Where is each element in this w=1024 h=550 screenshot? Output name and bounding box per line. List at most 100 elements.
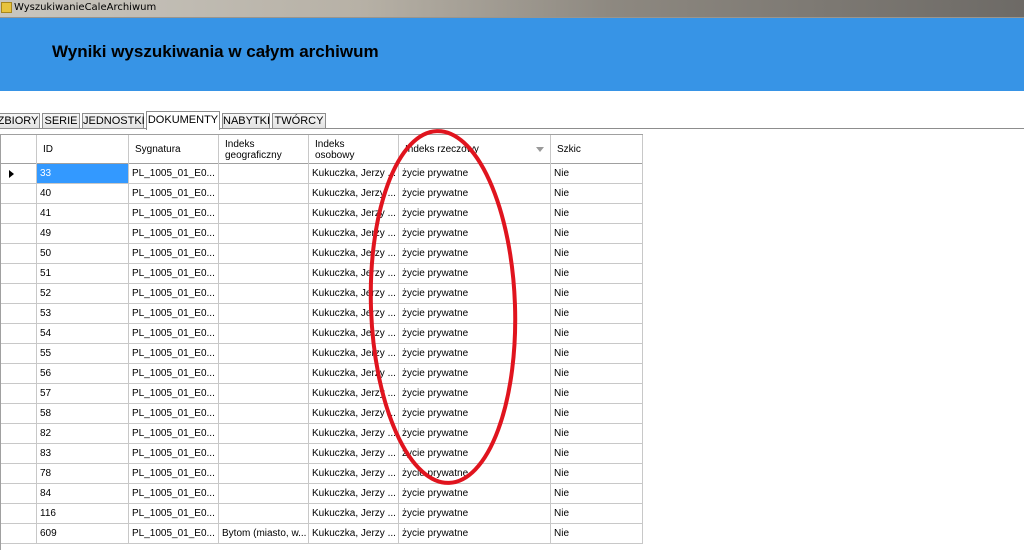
- row-header[interactable]: [1, 164, 37, 184]
- cell-id[interactable]: 49: [37, 224, 129, 244]
- cell-sygnatura[interactable]: PL_1005_01_E0...: [129, 404, 219, 424]
- table-row[interactable]: 57 PL_1005_01_E0... Kukuczka, Jerzy ... życ…: [1, 384, 643, 404]
- column-header-szkic[interactable]: Szkic: [551, 135, 643, 164]
- cell-sygnatura[interactable]: PL_1005_01_E0...: [129, 484, 219, 504]
- documents-grid[interactable]: ID Sygnatura Indeks geograficzny Indeks …: [0, 134, 643, 550]
- row-header[interactable]: [1, 204, 37, 224]
- cell-indeks-rzeczowy[interactable]: życie prywatne: [399, 164, 551, 184]
- cell-indeks-geograficzny[interactable]: [219, 264, 309, 284]
- cell-indeks-rzeczowy[interactable]: życie prywatne: [399, 184, 551, 204]
- cell-id[interactable]: 33: [37, 164, 129, 184]
- cell-indeks-rzeczowy[interactable]: życie prywatne: [399, 304, 551, 324]
- tab-tworcy[interactable]: TWÓRCY: [272, 113, 326, 128]
- cell-id[interactable]: 40: [37, 184, 129, 204]
- cell-indeks-osobowy[interactable]: Kukuczka, Jerzy ...: [309, 424, 399, 444]
- row-header[interactable]: [1, 344, 37, 364]
- table-row[interactable]: 58 PL_1005_01_E0... Kukuczka, Jerzy ... życ…: [1, 404, 643, 424]
- cell-id[interactable]: 53: [37, 304, 129, 324]
- tab-nabytki[interactable]: NABYTKI: [222, 113, 270, 128]
- cell-szkic[interactable]: Nie: [551, 404, 643, 424]
- cell-indeks-osobowy[interactable]: Kukuczka, Jerzy ...: [309, 264, 399, 284]
- table-row[interactable]: 83 PL_1005_01_E0... Kukuczka, Jerzy ... życ…: [1, 444, 643, 464]
- table-row[interactable]: 52 PL_1005_01_E0... Kukuczka, Jerzy ... życ…: [1, 284, 643, 304]
- table-row[interactable]: 50 PL_1005_01_E0... Kukuczka, Jerzy ... życ…: [1, 244, 643, 264]
- cell-indeks-rzeczowy[interactable]: życie prywatne: [399, 484, 551, 504]
- cell-szkic[interactable]: Nie: [551, 444, 643, 464]
- cell-indeks-geograficzny[interactable]: [219, 304, 309, 324]
- column-header-indeks-geograficzny[interactable]: Indeks geograficzny: [219, 135, 309, 164]
- cell-indeks-osobowy[interactable]: Kukuczka, Jerzy ...: [309, 244, 399, 264]
- cell-sygnatura[interactable]: PL_1005_01_E0...: [129, 164, 219, 184]
- cell-sygnatura[interactable]: PL_1005_01_E0...: [129, 444, 219, 464]
- cell-indeks-geograficzny[interactable]: [219, 204, 309, 224]
- table-row[interactable]: 116 PL_1005_01_E0... Kukuczka, Jerzy ... ży…: [1, 504, 643, 524]
- row-header[interactable]: [1, 264, 37, 284]
- table-row[interactable]: 82 PL_1005_01_E0... Kukuczka, Jerzy ... życ…: [1, 424, 643, 444]
- row-header[interactable]: [1, 304, 37, 324]
- cell-szkic[interactable]: Nie: [551, 264, 643, 284]
- row-header[interactable]: [1, 384, 37, 404]
- cell-indeks-rzeczowy[interactable]: życie prywatne: [399, 224, 551, 244]
- cell-indeks-rzeczowy[interactable]: życie prywatne: [399, 324, 551, 344]
- cell-indeks-geograficzny[interactable]: [219, 164, 309, 184]
- cell-szkic[interactable]: Nie: [551, 204, 643, 224]
- cell-indeks-osobowy[interactable]: Kukuczka, Jerzy ...: [309, 184, 399, 204]
- cell-indeks-rzeczowy[interactable]: życie prywatne: [399, 464, 551, 484]
- cell-id[interactable]: 57: [37, 384, 129, 404]
- window-title-bar[interactable]: WyszukiwanieCaleArchiwum: [0, 0, 1024, 18]
- cell-indeks-geograficzny[interactable]: [219, 404, 309, 424]
- cell-sygnatura[interactable]: PL_1005_01_E0...: [129, 244, 219, 264]
- cell-indeks-rzeczowy[interactable]: życie prywatne: [399, 404, 551, 424]
- row-header[interactable]: [1, 424, 37, 444]
- table-row[interactable]: 609 PL_1005_01_E0... Bytom (miasto, w... Ku…: [1, 524, 643, 544]
- row-header[interactable]: [1, 244, 37, 264]
- cell-indeks-geograficzny[interactable]: [219, 184, 309, 204]
- cell-id[interactable]: 82: [37, 424, 129, 444]
- cell-indeks-osobowy[interactable]: Kukuczka, Jerzy ...: [309, 304, 399, 324]
- cell-indeks-geograficzny[interactable]: [219, 424, 309, 444]
- row-header[interactable]: [1, 184, 37, 204]
- cell-sygnatura[interactable]: PL_1005_01_E0...: [129, 344, 219, 364]
- cell-indeks-osobowy[interactable]: Kukuczka, Jerzy ...: [309, 284, 399, 304]
- cell-szkic[interactable]: Nie: [551, 184, 643, 204]
- cell-indeks-geograficzny[interactable]: [219, 224, 309, 244]
- cell-szkic[interactable]: Nie: [551, 504, 643, 524]
- cell-indeks-osobowy[interactable]: Kukuczka, Jerzy ...: [309, 344, 399, 364]
- table-row[interactable]: 49 PL_1005_01_E0... Kukuczka, Jerzy ... życ…: [1, 224, 643, 244]
- cell-indeks-geograficzny[interactable]: [219, 444, 309, 464]
- tab-dokumenty[interactable]: DOKUMENTY: [146, 111, 220, 130]
- cell-sygnatura[interactable]: PL_1005_01_E0...: [129, 184, 219, 204]
- table-row[interactable]: 53 PL_1005_01_E0... Kukuczka, Jerzy ... życ…: [1, 304, 643, 324]
- cell-id[interactable]: 50: [37, 244, 129, 264]
- cell-szkic[interactable]: Nie: [551, 224, 643, 244]
- cell-indeks-osobowy[interactable]: Kukuczka, Jerzy ...: [309, 364, 399, 384]
- cell-szkic[interactable]: Nie: [551, 304, 643, 324]
- cell-indeks-osobowy[interactable]: Kukuczka, Jerzy ...: [309, 524, 399, 544]
- cell-szkic[interactable]: Nie: [551, 524, 643, 544]
- cell-indeks-osobowy[interactable]: Kukuczka, Jerzy ...: [309, 324, 399, 344]
- table-row[interactable]: 55 PL_1005_01_E0... Kukuczka, Jerzy ... życ…: [1, 344, 643, 364]
- cell-indeks-osobowy[interactable]: Kukuczka, Jerzy ...: [309, 404, 399, 424]
- cell-indeks-osobowy[interactable]: Kukuczka, Jerzy ...: [309, 484, 399, 504]
- cell-sygnatura[interactable]: PL_1005_01_E0...: [129, 384, 219, 404]
- row-header[interactable]: [1, 464, 37, 484]
- cell-id[interactable]: 116: [37, 504, 129, 524]
- cell-indeks-rzeczowy[interactable]: życie prywatne: [399, 344, 551, 364]
- row-header[interactable]: [1, 504, 37, 524]
- cell-indeks-rzeczowy[interactable]: życie prywatne: [399, 204, 551, 224]
- cell-indeks-rzeczowy[interactable]: życie prywatne: [399, 504, 551, 524]
- row-header[interactable]: [1, 484, 37, 504]
- cell-indeks-geograficzny[interactable]: [219, 284, 309, 304]
- cell-sygnatura[interactable]: PL_1005_01_E0...: [129, 204, 219, 224]
- cell-indeks-geograficzny[interactable]: [219, 364, 309, 384]
- cell-szkic[interactable]: Nie: [551, 464, 643, 484]
- table-row[interactable]: 78 PL_1005_01_E0... Kukuczka, Jerzy ... życ…: [1, 464, 643, 484]
- row-header[interactable]: [1, 524, 37, 544]
- cell-id[interactable]: 54: [37, 324, 129, 344]
- cell-indeks-osobowy[interactable]: Kukuczka, Jerzy ...: [309, 444, 399, 464]
- cell-indeks-geograficzny[interactable]: [219, 324, 309, 344]
- cell-sygnatura[interactable]: PL_1005_01_E0...: [129, 524, 219, 544]
- row-header[interactable]: [1, 404, 37, 424]
- cell-indeks-rzeczowy[interactable]: życie prywatne: [399, 524, 551, 544]
- cell-indeks-osobowy[interactable]: Kukuczka, Jerzy ...: [309, 504, 399, 524]
